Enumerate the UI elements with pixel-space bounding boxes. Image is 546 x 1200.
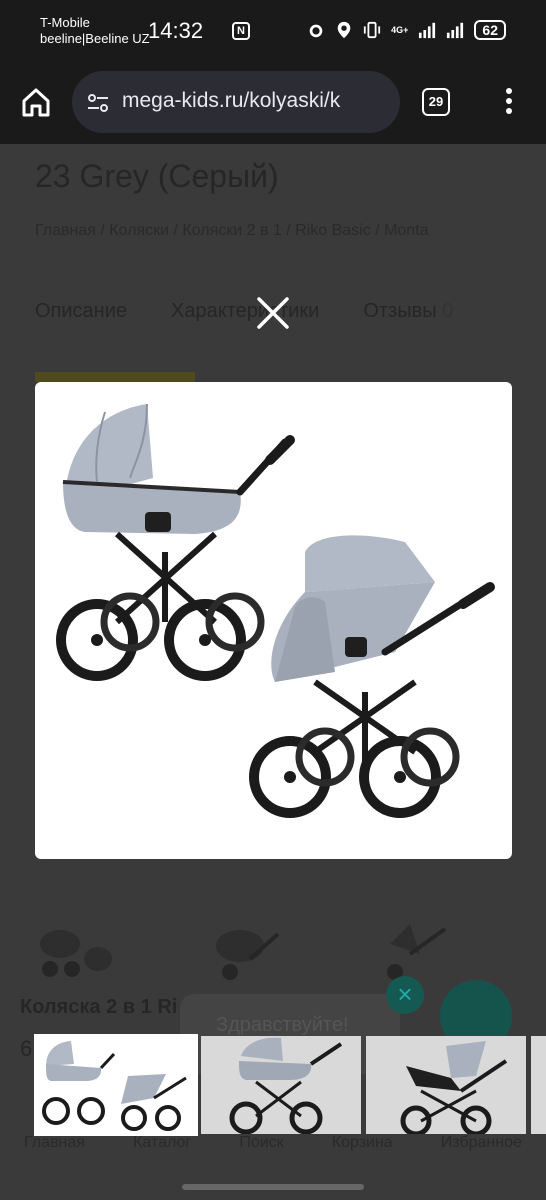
network-type: 4G+	[391, 25, 409, 35]
signal-icon-1	[419, 22, 436, 39]
nav-catalog[interactable]: Каталог	[133, 1134, 191, 1174]
system-icons: 4G+ 62	[307, 20, 506, 40]
breadcrumb: Главная / Коляски / Коляски 2 в 1 / Riko…	[35, 222, 429, 239]
carrycot-stroller	[56, 403, 295, 681]
close-icon[interactable]	[255, 295, 291, 331]
lightbox-thumb-2[interactable]	[201, 1036, 361, 1134]
carrier-line-2: beeline|Beeline UZ	[40, 31, 150, 46]
alarm-icon	[309, 24, 323, 38]
battery-indicator: 62	[474, 20, 506, 40]
product-title: 23 Grey (Серый)	[35, 158, 279, 194]
product-card-price: 6	[20, 1036, 33, 1061]
lightbox-thumb-3[interactable]	[366, 1036, 526, 1134]
chat-greeting: Здравствуйте!	[216, 1014, 349, 1036]
more-menu-icon[interactable]	[498, 86, 520, 122]
location-icon	[337, 21, 351, 39]
thumb-both-modules-image	[42, 1041, 187, 1131]
home-icon[interactable]	[18, 84, 54, 120]
carrier-info: T-Mobile beeline|Beeline UZ	[40, 15, 150, 47]
nav-cart[interactable]: Корзина	[332, 1134, 393, 1174]
tab-specs[interactable]: Характеристики	[171, 300, 319, 323]
product-tabs: Описание Характеристики Отзывы 0	[35, 300, 453, 323]
carrier-line-1: T-Mobile	[40, 15, 90, 30]
home-indicator	[182, 1184, 364, 1190]
bottom-nav: Главная Каталог Поиск Корзина Избранное	[0, 1134, 546, 1174]
promo-badge	[35, 372, 195, 382]
product-card-title: Коляска 2 в 1 Ri	[20, 996, 178, 1018]
bg-thumb-2	[216, 930, 280, 980]
tab-reviews-label: Отзывы	[363, 300, 437, 322]
nav-search[interactable]: Поиск	[239, 1134, 283, 1174]
site-settings-icon[interactable]	[86, 91, 110, 115]
thumb-seat-image	[400, 1041, 508, 1134]
tab-reviews[interactable]: Отзывы 0	[363, 300, 453, 323]
lightbox-thumb-4[interactable]	[531, 1036, 546, 1134]
nfc-icon: N	[232, 22, 250, 40]
lightbox-thumb-1[interactable]	[34, 1034, 198, 1136]
tab-switcher-button[interactable]: 29	[422, 88, 450, 116]
tab-description[interactable]: Описание	[35, 300, 127, 323]
lightbox-thumbnails	[34, 1034, 546, 1136]
bg-thumb-1	[40, 930, 112, 977]
nav-home[interactable]: Главная	[24, 1134, 85, 1174]
stroller-illustration	[56, 403, 495, 818]
thumb-carrycot-image	[229, 1037, 343, 1134]
status-bar: T-Mobile beeline|Beeline UZ 14:32 N 4G+ …	[0, 0, 546, 64]
vibrate-icon	[364, 21, 381, 39]
lightbox-main-image[interactable]	[35, 382, 512, 859]
bg-thumb-3	[387, 924, 447, 980]
url-text[interactable]: mega-kids.ru/kolyaski/k	[122, 89, 392, 113]
chat-close-icon[interactable]: ×	[386, 976, 424, 1014]
clock: 14:32	[148, 18, 204, 43]
nav-favorites[interactable]: Избранное	[441, 1134, 522, 1174]
signal-icon-2	[447, 22, 464, 39]
address-bar[interactable]: mega-kids.ru/kolyaski/k	[72, 71, 400, 133]
reviews-count: 0	[442, 300, 454, 322]
seat-stroller	[249, 535, 495, 818]
browser-toolbar: mega-kids.ru/kolyaski/k 29	[0, 64, 546, 144]
